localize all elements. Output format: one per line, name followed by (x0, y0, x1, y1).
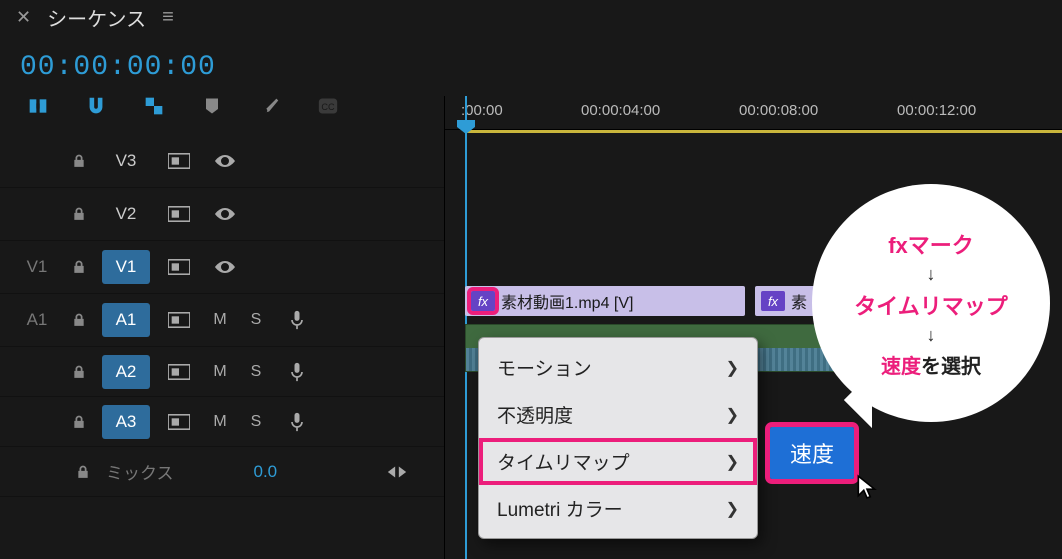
menu-label: Lumetri カラー (497, 495, 623, 522)
linked-selection-icon[interactable] (140, 95, 168, 117)
expand-icon[interactable] (380, 459, 414, 485)
source-patch-icon[interactable] (162, 409, 196, 435)
lock-icon[interactable] (68, 312, 90, 328)
mix-label: ミックス (106, 459, 174, 484)
chevron-right-icon: ❯ (726, 452, 739, 472)
track-row-v2[interactable]: V2 (0, 188, 444, 241)
mix-value[interactable]: 0.0 (254, 462, 278, 482)
eye-icon[interactable] (208, 201, 242, 227)
track-row-mix[interactable]: ミックス 0.0 (0, 447, 444, 497)
submenu-speed[interactable]: 速度 (770, 427, 854, 479)
track-row-v3[interactable]: V3 (0, 135, 444, 188)
cursor-icon (856, 474, 878, 500)
insert-overwrite-icon[interactable] (24, 95, 52, 117)
lock-icon[interactable] (72, 464, 94, 480)
arrow-down-icon: ↓ (927, 325, 936, 346)
lock-icon[interactable] (68, 259, 90, 275)
menu-lumetri[interactable]: Lumetri カラー ❯ (479, 485, 757, 532)
snap-icon[interactable] (82, 95, 110, 117)
menu-label: モーション (497, 354, 592, 381)
clip-title: 素 (791, 289, 807, 313)
track-row-v1[interactable]: V1 V1 (0, 241, 444, 294)
source-a1[interactable]: A1 (18, 310, 56, 330)
source-patch-icon[interactable] (162, 254, 196, 280)
fx-badge[interactable]: fx (471, 291, 495, 311)
submenu-label: 速度 (790, 442, 834, 467)
fx-context-menu: モーション ❯ 不透明度 ❯ タイムリマップ ❯ Lumetri カラー ❯ (478, 337, 758, 539)
fx-badge[interactable]: fx (761, 291, 785, 311)
track-row-a1[interactable]: A1 A1 M S (0, 294, 444, 347)
menu-time-remap[interactable]: タイムリマップ ❯ (479, 438, 757, 485)
ruler-tick: 00:00:12:00 (897, 102, 976, 119)
mute-toggle[interactable]: M (208, 311, 232, 329)
close-icon[interactable]: ✕ (16, 7, 31, 28)
mic-icon[interactable] (280, 307, 314, 333)
eye-icon[interactable] (208, 148, 242, 174)
bubble-line: タイムリマップ (854, 289, 1008, 321)
source-v1[interactable]: V1 (18, 257, 56, 277)
menu-opacity[interactable]: 不透明度 ❯ (479, 391, 757, 438)
solo-toggle[interactable]: S (244, 311, 268, 329)
menu-icon[interactable]: ≡ (162, 6, 174, 29)
track-label[interactable]: A1 (102, 303, 150, 337)
arrow-down-icon: ↓ (927, 264, 936, 285)
solo-toggle[interactable]: S (244, 413, 268, 431)
mic-icon[interactable] (280, 409, 314, 435)
bubble-line: 速度を選択 (881, 350, 981, 379)
captions-icon[interactable]: CC (314, 95, 342, 117)
chevron-right-icon: ❯ (726, 358, 739, 378)
mute-toggle[interactable]: M (208, 363, 232, 381)
source-patch-icon[interactable] (162, 359, 196, 385)
time-ruler[interactable]: :00:00 00:00:04:00 00:00:08:00 00:00:12:… (445, 96, 1062, 130)
ruler-tick: 00:00:08:00 (739, 102, 818, 119)
menu-label: 不透明度 (497, 401, 573, 428)
lock-icon[interactable] (68, 414, 90, 430)
settings-icon[interactable] (256, 95, 284, 117)
annotation-bubble: fxマーク ↓ タイムリマップ ↓ 速度を選択 (812, 184, 1050, 422)
track-label[interactable]: A2 (102, 355, 150, 389)
track-label[interactable]: A3 (102, 405, 150, 439)
ruler-tick: 00:00:04:00 (581, 102, 660, 119)
video-clip[interactable]: fx 素材動画1.mp4 [V] (465, 286, 745, 316)
clip-title: 素材動画1.mp4 [V] (501, 289, 633, 313)
track-label[interactable]: V1 (102, 250, 150, 284)
svg-text:CC: CC (321, 102, 335, 112)
source-patch-icon[interactable] (162, 148, 196, 174)
chevron-right-icon: ❯ (726, 499, 739, 519)
playhead-timecode[interactable]: 00:00:00:00 (20, 52, 216, 83)
panel-header: ✕ シーケンス ≡ (0, 0, 1062, 34)
eye-icon[interactable] (208, 254, 242, 280)
track-row-a2[interactable]: A2 M S (0, 347, 444, 397)
menu-motion[interactable]: モーション ❯ (479, 344, 757, 391)
lock-icon[interactable] (68, 206, 90, 222)
lock-icon[interactable] (68, 153, 90, 169)
source-patch-icon[interactable] (162, 307, 196, 333)
mic-icon[interactable] (280, 359, 314, 385)
track-row-a3[interactable]: A3 M S (0, 397, 444, 447)
track-label[interactable]: V3 (102, 144, 150, 178)
work-area-bar[interactable] (465, 130, 1062, 133)
chevron-right-icon: ❯ (726, 405, 739, 425)
track-headers: V3 V2 V1 V1 A1 A1 M S (0, 135, 444, 497)
ruler-tick: :00:00 (461, 102, 503, 119)
mute-toggle[interactable]: M (208, 413, 232, 431)
menu-label: タイムリマップ (497, 448, 630, 475)
solo-toggle[interactable]: S (244, 363, 268, 381)
lock-icon[interactable] (68, 364, 90, 380)
source-patch-icon[interactable] (162, 201, 196, 227)
marker-icon[interactable] (198, 95, 226, 117)
track-label[interactable]: V2 (102, 197, 150, 231)
sequence-title: シーケンス (47, 3, 146, 32)
bubble-line: fxマーク (888, 228, 974, 260)
